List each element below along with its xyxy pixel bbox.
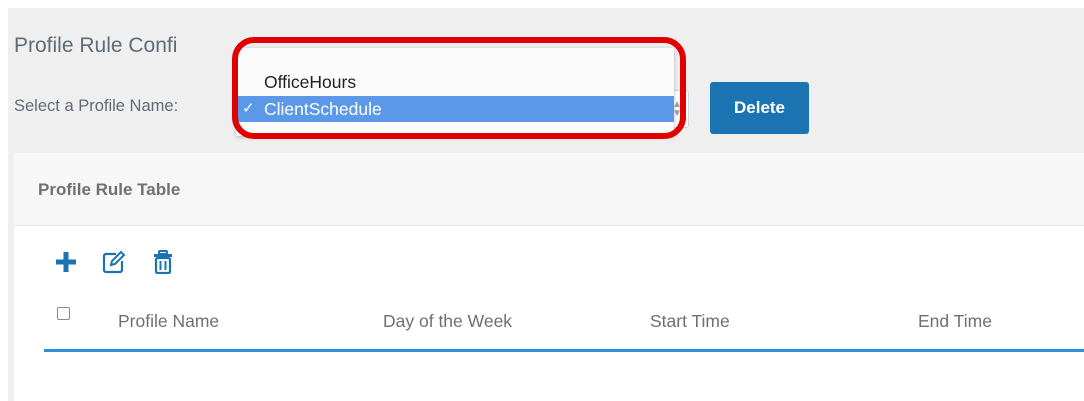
delete-button[interactable]: Delete — [710, 82, 809, 134]
select-all-checkbox[interactable] — [57, 307, 70, 320]
column-header-day-of-week[interactable]: Day of the Week — [383, 311, 512, 332]
column-header-end-time[interactable]: End Time — [918, 311, 992, 332]
page-title: Profile Rule Confi — [14, 34, 178, 57]
edit-icon[interactable] — [102, 250, 126, 274]
table-panel-header: Profile Rule Table — [14, 153, 1084, 226]
plus-icon[interactable] — [54, 250, 78, 274]
table-header-divider — [44, 349, 1084, 352]
column-header-profile-name[interactable]: Profile Name — [118, 311, 219, 332]
table-title: Profile Rule Table — [38, 180, 181, 199]
column-header-start-time[interactable]: Start Time — [650, 311, 730, 332]
profile-rule-table-panel: Profile Rule Table Profile Name Day of t… — [14, 153, 1084, 401]
profile-select-label: Select a Profile Name: — [14, 97, 179, 115]
red-highlight-annotation — [232, 37, 686, 139]
trash-icon[interactable] — [151, 250, 175, 274]
